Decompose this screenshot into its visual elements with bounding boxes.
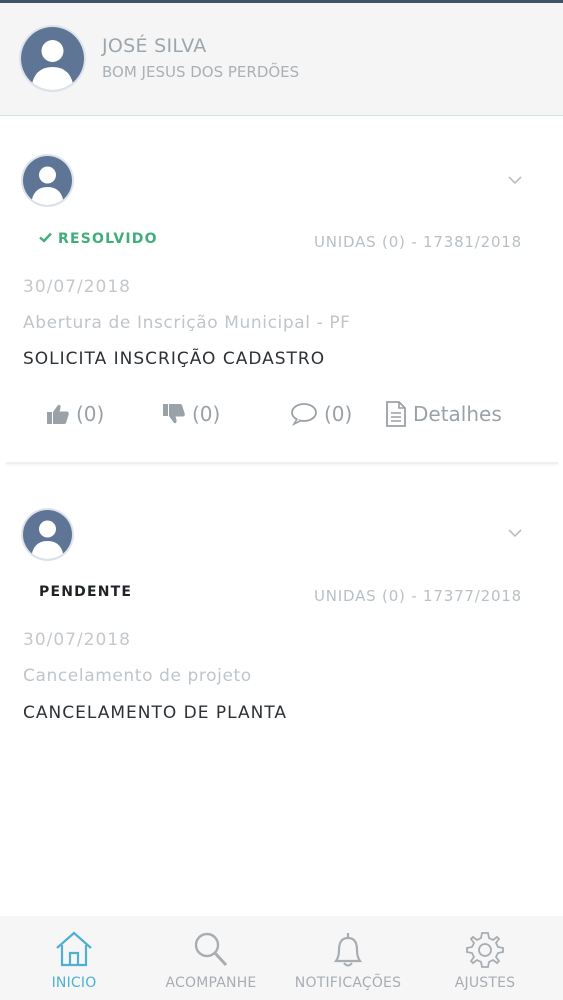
tab-inicio[interactable]: INICIO: [14, 916, 134, 1000]
status-label: RESOLVIDO: [58, 231, 158, 247]
user-name: JOSÉ SILVA: [102, 35, 207, 57]
chevron-down-icon[interactable]: [506, 527, 524, 539]
request-card[interactable]: RESOLVIDO UNIDAS (0) - 17381/2018 30/07/…: [0, 116, 563, 466]
status-badge: PENDENTE: [39, 584, 132, 600]
tab-ajustes[interactable]: AJUSTES: [425, 916, 545, 1000]
tab-acompanhe[interactable]: ACOMPANHE: [151, 916, 271, 1000]
comment-icon: [291, 403, 317, 426]
like-button[interactable]: (0): [46, 394, 104, 434]
details-label: Detalhes: [413, 402, 502, 426]
gear-icon: [466, 932, 504, 968]
search-icon: [194, 932, 228, 967]
comment-count: (0): [324, 402, 353, 426]
person-icon: [31, 40, 74, 90]
request-date: 30/07/2018: [23, 277, 131, 297]
status-label: PENDENTE: [39, 584, 133, 600]
requester-avatar: [23, 510, 72, 559]
request-date: 30/07/2018: [23, 630, 131, 650]
tab-notificacoes[interactable]: NOTIFICAÇÕES: [288, 916, 408, 1000]
person-icon: [31, 520, 64, 559]
thumbs-up-icon: [47, 404, 69, 424]
tab-label: AJUSTES: [454, 975, 516, 991]
thumbs-down-icon: [163, 404, 185, 424]
dislike-count: (0): [192, 402, 221, 426]
tab-label: ACOMPANHE: [165, 975, 257, 991]
profile-header[interactable]: JOSÉ SILVA BOM JESUS DOS PERDÕES: [0, 3, 563, 116]
chevron-down-icon[interactable]: [506, 174, 524, 186]
service-name: Cancelamento de projeto: [23, 666, 252, 686]
card-actions: (0) (0) (0) Detalhes: [0, 394, 563, 434]
dislike-button[interactable]: (0): [162, 394, 220, 434]
requester-avatar: [23, 156, 72, 205]
request-card[interactable]: PENDENTE UNIDAS (0) - 17377/2018 30/07/2…: [0, 470, 563, 760]
service-name: Abertura de Inscrição Municipal - PF: [23, 313, 351, 333]
bottom-tab-bar: INICIO ACOMPANHE NOTIFICAÇÕES AJUSTES: [0, 916, 563, 1000]
user-city: BOM JESUS DOS PERDÕES: [102, 63, 300, 81]
protocol-number: UNIDAS (0) - 17381/2018: [313, 233, 522, 251]
home-icon: [56, 931, 92, 967]
request-subject: CANCELAMENTO DE PLANTA: [23, 703, 288, 723]
request-subject: SOLICITA INSCRIÇÃO CADASTRO: [23, 349, 326, 369]
card-divider: [6, 462, 558, 464]
like-count: (0): [76, 402, 105, 426]
protocol-number: UNIDAS (0) - 17377/2018: [313, 587, 522, 605]
tab-label: INICIO: [51, 975, 97, 991]
tab-label: NOTIFICAÇÕES: [294, 975, 402, 991]
bell-icon: [333, 933, 363, 967]
check-icon: [39, 231, 52, 247]
status-badge: RESOLVIDO: [39, 231, 158, 247]
user-avatar[interactable]: [21, 27, 84, 90]
details-button[interactable]: Detalhes: [385, 394, 502, 434]
comment-button[interactable]: (0): [290, 394, 352, 434]
person-icon: [31, 166, 64, 205]
document-icon: [386, 401, 406, 427]
